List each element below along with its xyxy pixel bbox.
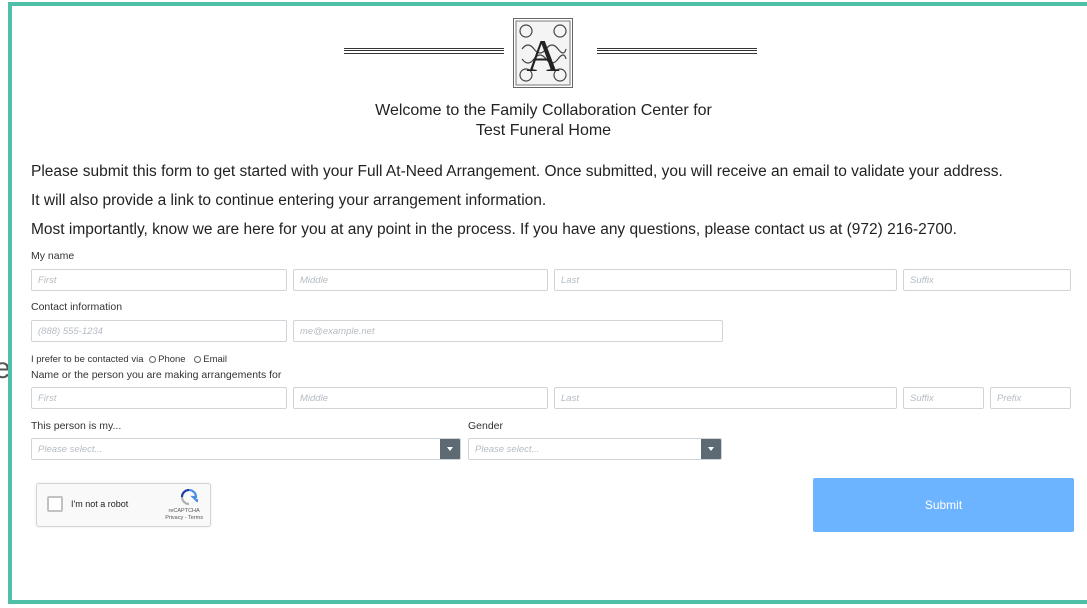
- recaptcha-brand: reCAPTCHA Privacy - Terms: [165, 508, 203, 522]
- my-suffix-input[interactable]: Suffix: [903, 269, 1071, 291]
- phone-input[interactable]: (888) 555-1234: [31, 320, 287, 342]
- person-prefix-input[interactable]: Prefix: [990, 387, 1071, 409]
- my-middle-name-input[interactable]: Middle: [293, 269, 548, 291]
- phone-radio-label: Phone: [158, 354, 186, 365]
- recaptcha-checkbox[interactable]: [47, 496, 63, 512]
- email-input[interactable]: me@example.net: [293, 320, 723, 342]
- chevron-down-icon: [708, 447, 714, 451]
- svg-text:A: A: [526, 30, 559, 81]
- gender-selected-value: Please select...: [475, 444, 540, 455]
- recaptcha-widget: I'm not a robot reCAPTCHA Privacy - Term…: [36, 483, 211, 527]
- person-suffix-input[interactable]: Suffix: [903, 387, 984, 409]
- monogram-logo: A: [513, 18, 573, 88]
- recaptcha-label: I'm not a robot: [71, 499, 129, 509]
- chevron-down-icon: [447, 447, 453, 451]
- welcome-line-1: Welcome to the Family Collaboration Cent…: [375, 102, 712, 119]
- my-first-name-input[interactable]: First: [31, 269, 287, 291]
- person-middle-name-input[interactable]: Middle: [293, 387, 548, 409]
- contact-info-label: Contact information: [31, 301, 123, 313]
- contact-preference-row: I prefer to be contacted via Phone Email: [31, 354, 227, 365]
- arrangement-person-label: Name or the person you are making arrang…: [31, 369, 282, 381]
- my-name-label: My name: [31, 250, 75, 262]
- relation-dropdown-button[interactable]: [440, 439, 460, 459]
- phone-radio[interactable]: [149, 356, 157, 363]
- relation-selected-value: Please select...: [38, 444, 103, 455]
- welcome-line-2: Test Funeral Home: [475, 122, 612, 139]
- recaptcha-privacy-terms-link[interactable]: Privacy - Terms: [165, 515, 203, 522]
- submit-button[interactable]: Submit: [813, 478, 1074, 532]
- gender-label: Gender: [468, 420, 504, 432]
- email-radio[interactable]: [194, 356, 202, 363]
- email-radio-label: Email: [203, 354, 228, 365]
- right-ornament-rule: [597, 48, 757, 54]
- person-first-name-input[interactable]: First: [31, 387, 287, 409]
- left-ornament-rule: [344, 48, 504, 54]
- contact-preference-label: I prefer to be contacted via: [31, 354, 144, 365]
- intro-paragraph-2: It will also provide a link to continue …: [31, 192, 547, 209]
- relation-label: This person is my...: [31, 420, 122, 432]
- intro-paragraph-3: Most importantly, know we are here for y…: [31, 221, 957, 238]
- gender-select[interactable]: Please select...: [468, 438, 722, 460]
- gender-dropdown-button[interactable]: [701, 439, 721, 459]
- relation-select[interactable]: Please select...: [31, 438, 461, 460]
- intro-paragraph-1: Please submit this form to get started w…: [31, 163, 1003, 180]
- recaptcha-logo-icon: [180, 489, 198, 505]
- my-last-name-input[interactable]: Last: [554, 269, 897, 291]
- recaptcha-brand-name: reCAPTCHA: [168, 508, 200, 514]
- person-last-name-input[interactable]: Last: [554, 387, 897, 409]
